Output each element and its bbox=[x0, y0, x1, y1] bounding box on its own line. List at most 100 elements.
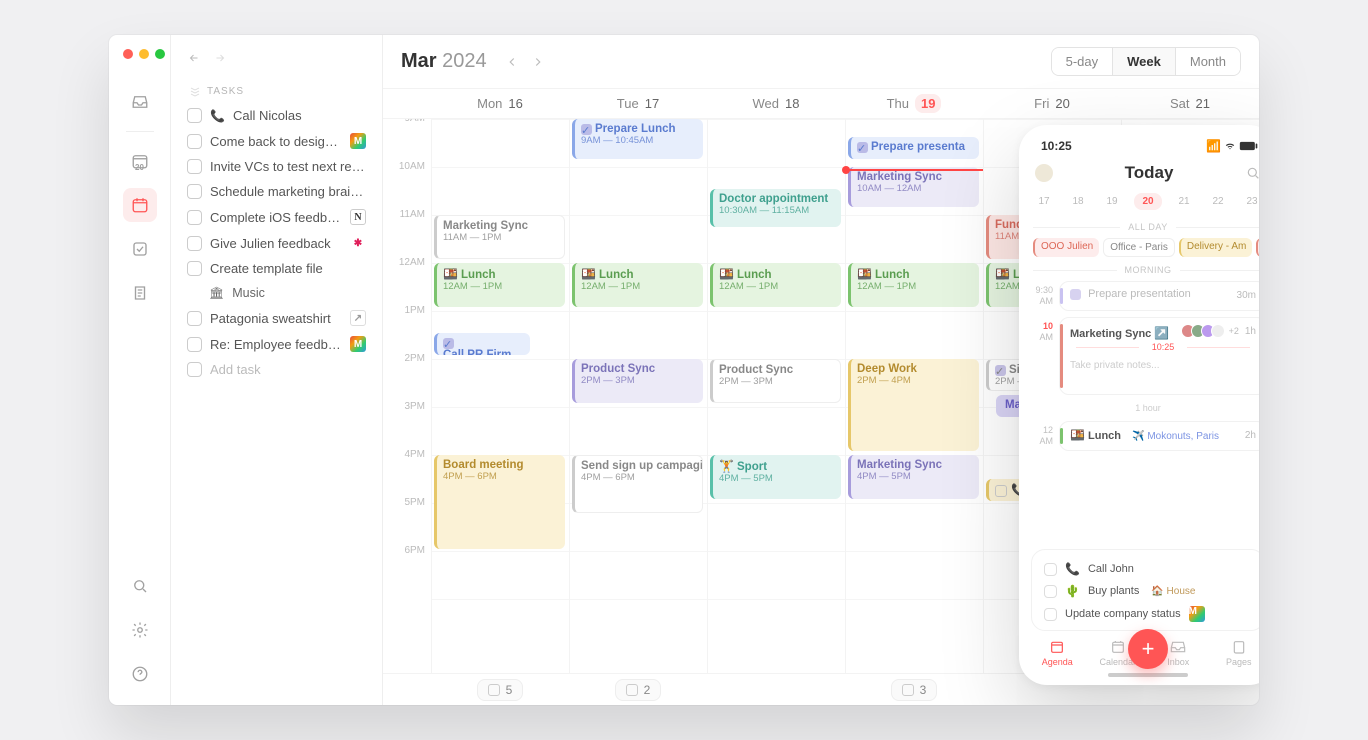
calendar-event[interactable]: Send sign up campagin4PM — 6PM bbox=[572, 455, 703, 513]
mobile-event-prepare[interactable]: 9:30AM Prepare presentation 30m bbox=[1029, 281, 1259, 311]
task-checkbox[interactable] bbox=[187, 261, 202, 276]
minimize-window-button[interactable] bbox=[139, 49, 149, 59]
calendar-event[interactable]: ✓Prepare presenta bbox=[848, 137, 979, 159]
mobile-day[interactable]: 19 bbox=[1100, 193, 1123, 210]
day-icon[interactable]: 20 bbox=[123, 144, 157, 178]
mobile-event-lunch[interactable]: 12AM 🍱 Lunch ✈️ Mokonuts, Paris 2h bbox=[1029, 421, 1259, 451]
add-task-button[interactable]: Add task bbox=[179, 357, 374, 382]
search-icon[interactable] bbox=[123, 569, 157, 603]
next-period-button[interactable] bbox=[527, 51, 549, 73]
mobile-allday-chip[interactable]: OO bbox=[1256, 238, 1259, 257]
task-checkbox[interactable] bbox=[187, 108, 202, 123]
day-column[interactable]: ✓Prepare presenta Marketing Sync10AM — 12… bbox=[845, 119, 983, 673]
calendar-event[interactable]: Marketing Sync10AM — 12AM bbox=[848, 167, 979, 207]
calendar-event[interactable]: Deep Work2PM — 4PM bbox=[848, 359, 979, 451]
mobile-task-row[interactable]: 🌵Buy plants🏠 House bbox=[1034, 580, 1259, 602]
prev-period-button[interactable] bbox=[501, 51, 523, 73]
day-column[interactable]: Marketing Sync11AM — 1PM🍱 Lunch12AM — 1P… bbox=[431, 119, 569, 673]
day-summary-pill[interactable]: 3 bbox=[891, 679, 938, 701]
calendar-event[interactable]: Doctor appointment10:30AM — 11:15AM bbox=[710, 189, 841, 227]
mobile-task-row[interactable]: 📞Call John bbox=[1034, 558, 1259, 580]
mobile-search-icon[interactable] bbox=[1245, 165, 1259, 181]
mobile-allday-chip[interactable]: Delivery - Am bbox=[1179, 238, 1252, 257]
task-row[interactable]: Invite VCs to test next release bbox=[179, 154, 374, 179]
mobile-day-picker[interactable]: 17 18 19 20 21 22 23 bbox=[1019, 191, 1259, 218]
mobile-task-checkbox[interactable] bbox=[1044, 563, 1057, 576]
mobile-task-checkbox[interactable] bbox=[1044, 585, 1057, 598]
mobile-day[interactable]: 22 bbox=[1206, 193, 1229, 210]
calendar-event[interactable]: Product Sync2PM — 3PM bbox=[710, 359, 841, 403]
day-summary-pill[interactable]: 5 bbox=[477, 679, 524, 701]
calendar-event[interactable]: Board meeting4PM — 6PM bbox=[434, 455, 565, 549]
calendar-event[interactable]: 🏋️ Sport4PM — 5PM bbox=[710, 455, 841, 499]
mobile-day[interactable]: 20 bbox=[1134, 193, 1161, 210]
view-month-button[interactable]: Month bbox=[1176, 48, 1240, 75]
day-header[interactable]: Tue 17 bbox=[569, 89, 707, 118]
day-header[interactable]: Wed 18 bbox=[707, 89, 845, 118]
task-checkbox[interactable] bbox=[187, 159, 202, 174]
calendar-event[interactable]: 🍱 Lunch12AM — 1PM bbox=[434, 263, 565, 307]
mobile-notes-field[interactable]: Take private notes... bbox=[1070, 354, 1256, 371]
mobile-avatar[interactable] bbox=[1035, 164, 1053, 182]
calendar-event[interactable]: ✓Prepare Lunch9AM — 10:45AM bbox=[572, 119, 703, 159]
mobile-event-sync[interactable]: 10AM Marketing Sync ↗️ +2 1h 10:25 Take … bbox=[1029, 317, 1259, 395]
day-summary-pill[interactable]: 2 bbox=[615, 679, 662, 701]
calendar-event[interactable]: Marketing Sync11AM — 1PM bbox=[434, 215, 565, 259]
calendar-event[interactable]: Product Sync2PM — 3PM bbox=[572, 359, 703, 403]
mobile-tab-pages[interactable]: Pages bbox=[1219, 639, 1259, 667]
calendar-event[interactable]: 🍱 Lunch12AM — 1PM bbox=[710, 263, 841, 307]
help-icon[interactable] bbox=[123, 657, 157, 691]
task-checkbox[interactable] bbox=[187, 236, 202, 251]
task-checkbox[interactable] bbox=[187, 337, 202, 352]
calendar-icon[interactable] bbox=[123, 188, 157, 222]
mobile-event-list[interactable]: 9:30AM Prepare presentation 30m 10AM Mar… bbox=[1019, 279, 1259, 545]
task-row[interactable]: Come back to designerM bbox=[179, 128, 374, 154]
task-checkbox[interactable] bbox=[187, 210, 202, 225]
gear-icon[interactable] bbox=[123, 613, 157, 647]
task-checkbox[interactable] bbox=[187, 311, 202, 326]
event-checkbox[interactable] bbox=[995, 485, 1007, 497]
day-column[interactable]: Doctor appointment10:30AM — 11:15AM 🍱 Lun… bbox=[707, 119, 845, 673]
mobile-tab-agenda[interactable]: Agenda bbox=[1037, 639, 1077, 667]
mobile-day[interactable]: 18 bbox=[1066, 193, 1089, 210]
task-checkbox[interactable] bbox=[187, 134, 202, 149]
calendar-event[interactable]: Marketing Sync4PM — 5PM bbox=[848, 455, 979, 499]
task-row[interactable]: Re: Employee feedbackM bbox=[179, 331, 374, 357]
event-checkbox[interactable]: ✓ bbox=[443, 338, 454, 349]
mobile-day[interactable]: 17 bbox=[1032, 193, 1055, 210]
calendar-event[interactable]: 🍱 Lunch12AM — 1PM bbox=[848, 263, 979, 307]
nav-back-button[interactable] bbox=[183, 47, 205, 69]
day-header[interactable]: Fri 20 bbox=[983, 89, 1121, 118]
mobile-allday-chip[interactable]: OOO Julien bbox=[1033, 238, 1099, 257]
task-row[interactable]: 📞Call Nicolas bbox=[179, 103, 374, 128]
notes-icon[interactable] bbox=[123, 276, 157, 310]
task-row[interactable]: Create template file bbox=[179, 256, 374, 281]
mobile-fab-add[interactable]: + bbox=[1128, 629, 1168, 669]
mobile-task-checkbox[interactable] bbox=[1044, 608, 1057, 621]
task-row[interactable]: Patagonia sweatshirt↗ bbox=[179, 305, 374, 331]
calendar-event[interactable]: 🍱 Lunch12AM — 1PM bbox=[572, 263, 703, 307]
day-header[interactable]: Sat 21 bbox=[1121, 89, 1259, 118]
event-checkbox[interactable]: ✓ bbox=[857, 142, 868, 153]
view-5day-button[interactable]: 5-day bbox=[1052, 48, 1113, 75]
day-column[interactable]: ✓Prepare Lunch9AM — 10:45AM 🍱 Lunch12AM —… bbox=[569, 119, 707, 673]
task-row[interactable]: Give Julien feedback✱ bbox=[179, 230, 374, 256]
event-checkbox[interactable]: ✓ bbox=[581, 124, 592, 135]
mobile-day[interactable]: 21 bbox=[1172, 193, 1195, 210]
inbox-icon[interactable] bbox=[123, 85, 157, 119]
view-week-button[interactable]: Week bbox=[1112, 48, 1176, 75]
close-window-button[interactable] bbox=[123, 49, 133, 59]
task-row[interactable]: Complete iOS feedbackN bbox=[179, 204, 374, 230]
task-subrow[interactable]: 🏛 Music bbox=[179, 281, 374, 305]
calendar-event[interactable]: ✓Call PR Firm bbox=[434, 333, 530, 355]
mobile-task-row[interactable]: Update company statusM bbox=[1034, 602, 1259, 626]
event-checkbox[interactable]: ✓ bbox=[995, 365, 1006, 376]
day-header[interactable]: Thu 19 bbox=[845, 89, 983, 118]
nav-forward-button[interactable] bbox=[209, 47, 231, 69]
day-header[interactable]: Mon 16 bbox=[431, 89, 569, 118]
mobile-day[interactable]: 23 bbox=[1240, 193, 1259, 210]
task-checkbox[interactable] bbox=[187, 184, 202, 199]
maximize-window-button[interactable] bbox=[155, 49, 165, 59]
mobile-allday-chip[interactable]: Office - Paris bbox=[1103, 238, 1175, 257]
tasks-icon[interactable] bbox=[123, 232, 157, 266]
